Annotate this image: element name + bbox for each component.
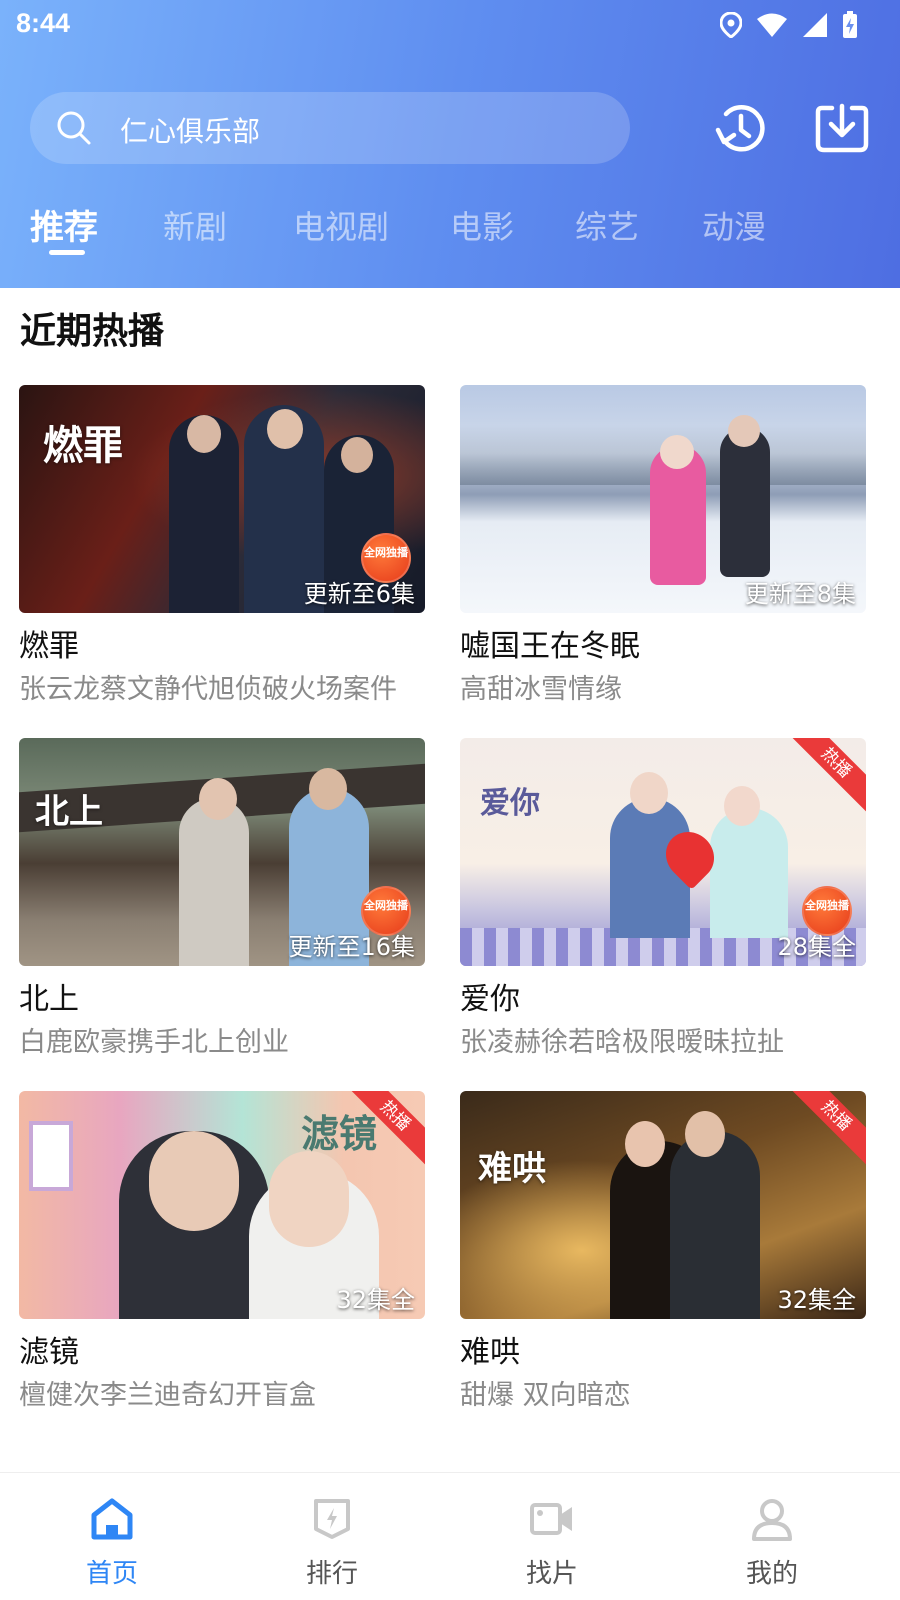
- wifi-icon: [757, 13, 787, 37]
- poster-image: 燃罪 全网独播 更新至6集: [19, 385, 425, 613]
- home-icon: [91, 1498, 133, 1540]
- search-icon: [57, 111, 91, 145]
- episode-badge: 更新至8集: [744, 580, 856, 608]
- drama-card[interactable]: 更新至8集 嘘国王在冬眠 高甜冰雪情缘: [460, 385, 866, 715]
- tab-tv-series[interactable]: 电视剧: [293, 202, 389, 248]
- category-tabs: 推荐 新剧 电视剧 电影 综艺 动漫: [0, 196, 900, 266]
- card-subtitle: 檀健次李兰迪奇幻开盲盒: [19, 1380, 316, 1411]
- tab-variety[interactable]: 综艺: [575, 202, 639, 248]
- episode-badge: 28集全: [777, 933, 856, 961]
- poster-calligraphy: 难哄: [478, 1149, 546, 1189]
- header-banner: 8:44 仁心俱乐部 推荐 新剧 电视剧 电影 综艺 动漫: [0, 0, 900, 288]
- nav-find-film[interactable]: 找片: [490, 1473, 610, 1600]
- section-title: 近期热播: [20, 311, 165, 352]
- drama-card[interactable]: 燃罪 全网独播 更新至6集 燃罪 张云龙蔡文静代旭侦破火场案件: [19, 385, 425, 715]
- location-icon: [720, 12, 742, 38]
- bottom-navigation: 首页 排行 找片 我的: [0, 1472, 900, 1600]
- card-subtitle: 张云龙蔡文静代旭侦破火场案件: [19, 674, 397, 705]
- nav-home[interactable]: 首页: [50, 1473, 170, 1600]
- poster-image: 爱你 热播 全网独播 28集全: [460, 738, 866, 966]
- card-subtitle: 甜爆 双向暗恋: [460, 1380, 631, 1411]
- drama-card[interactable]: 难哄 热播 32集全 难哄 甜爆 双向暗恋: [460, 1091, 866, 1421]
- poster-image: 难哄 热播 32集全: [460, 1091, 866, 1319]
- poster-image: 更新至8集: [460, 385, 866, 613]
- ranking-icon: [314, 1499, 350, 1539]
- search-input[interactable]: 仁心俱乐部: [30, 92, 630, 164]
- poster-image: 滤镜 热播 32集全: [19, 1091, 425, 1319]
- download-icon[interactable]: [814, 100, 870, 156]
- card-title: 嘘国王在冬眠: [460, 629, 640, 664]
- nav-ranking[interactable]: 排行: [270, 1473, 390, 1600]
- nav-label: 首页: [85, 1559, 138, 1589]
- tab-indicator: [49, 250, 85, 255]
- nav-label: 我的: [745, 1559, 798, 1589]
- drama-card[interactable]: 爱你 热播 全网独播 28集全 爱你 张凌赫徐若晗极限暧昧拉扯: [460, 738, 866, 1068]
- nav-profile[interactable]: 我的: [710, 1473, 830, 1600]
- episode-badge: 32集全: [336, 1286, 415, 1314]
- poster-image: 北上 全网独播 更新至16集: [19, 738, 425, 966]
- episode-badge: 32集全: [777, 1286, 856, 1314]
- status-bar: 8:44: [0, 0, 900, 50]
- video-camera-icon: [530, 1503, 572, 1535]
- card-subtitle: 白鹿欧豪携手北上创业: [19, 1027, 289, 1058]
- battery-icon: [843, 11, 857, 38]
- card-title: 燃罪: [19, 629, 79, 664]
- poster-calligraphy: 爱你: [480, 786, 540, 821]
- history-icon[interactable]: [712, 100, 768, 156]
- tab-new-drama[interactable]: 新剧: [163, 202, 227, 248]
- hot-ribbon: 热播: [784, 738, 866, 815]
- status-time: 8:44: [16, 8, 71, 38]
- user-icon: [752, 1499, 792, 1541]
- poster-calligraphy: 燃罪: [43, 422, 123, 469]
- card-title: 难哄: [460, 1335, 520, 1370]
- poster-calligraphy: 滤镜: [301, 1111, 378, 1156]
- card-title: 滤镜: [19, 1335, 79, 1370]
- tab-movie[interactable]: 电影: [450, 202, 514, 248]
- drama-card[interactable]: 北上 全网独播 更新至16集 北上 白鹿欧豪携手北上创业: [19, 738, 425, 1068]
- episode-badge: 更新至6集: [303, 580, 415, 608]
- drama-card[interactable]: 滤镜 热播 32集全 滤镜 檀健次李兰迪奇幻开盲盒: [19, 1091, 425, 1421]
- nav-label: 找片: [525, 1559, 578, 1589]
- hot-ribbon: 热播: [784, 1091, 866, 1168]
- tab-recommend[interactable]: 推荐: [30, 200, 98, 249]
- nav-label: 排行: [305, 1559, 358, 1589]
- signal-icon: [803, 13, 827, 37]
- card-subtitle: 张凌赫徐若晗极限暧昧拉扯: [460, 1027, 784, 1058]
- card-title: 北上: [19, 982, 79, 1017]
- card-subtitle: 高甜冰雪情缘: [460, 674, 622, 705]
- search-text: 仁心俱乐部: [120, 115, 261, 148]
- tab-anime[interactable]: 动漫: [702, 202, 766, 248]
- episode-badge: 更新至16集: [288, 933, 415, 961]
- poster-calligraphy: 北上: [35, 792, 103, 832]
- status-icons: [720, 10, 858, 40]
- card-title: 爱你: [460, 982, 520, 1017]
